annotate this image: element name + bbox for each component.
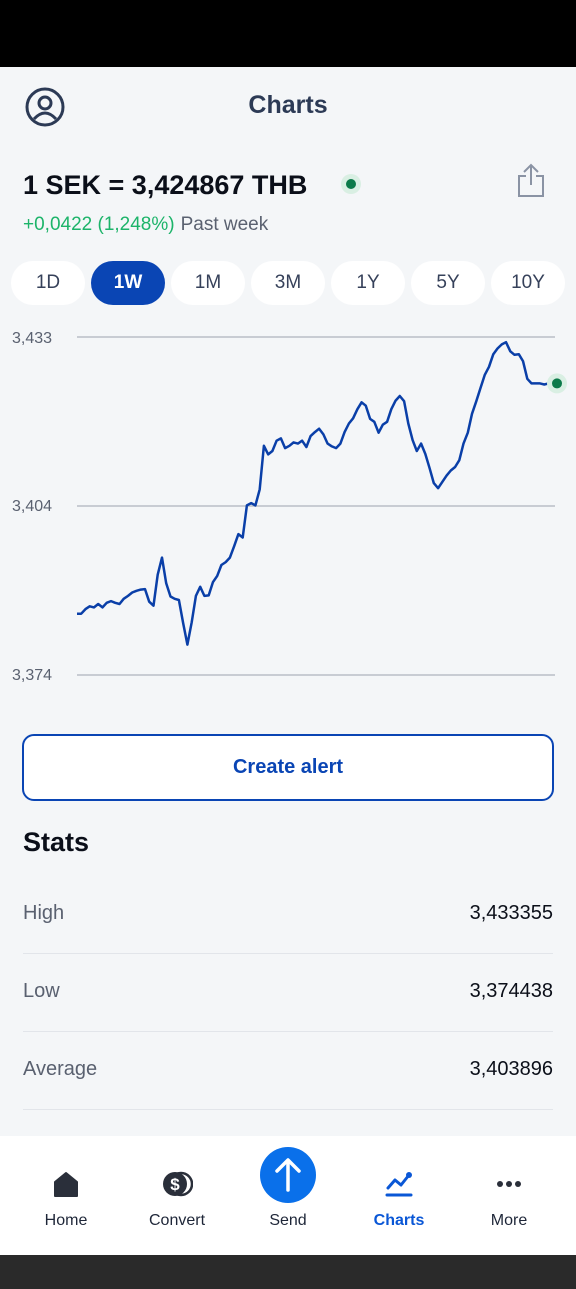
- page-title: Charts: [248, 91, 328, 119]
- stat-label: Average: [23, 1058, 98, 1080]
- range-tabs: 1D 1W 1M 3M 1Y 5Y 10Y: [11, 261, 576, 305]
- svg-text:$: $: [170, 1175, 180, 1194]
- y-tick-label: 3,433: [12, 330, 52, 347]
- nav-label: Charts: [373, 1212, 425, 1229]
- nav-convert[interactable]: $ Convert: [122, 1136, 232, 1255]
- stat-row-average: Average 3,403896: [23, 1032, 553, 1110]
- range-tab-1m[interactable]: 1M: [171, 261, 245, 305]
- convert-icon: $: [163, 1171, 193, 1197]
- change-value: +0,0422 (1,248%): [23, 214, 175, 235]
- stat-row-high: High 3,433355: [23, 876, 553, 954]
- live-indicator: [341, 174, 361, 194]
- send-button: [260, 1147, 316, 1203]
- stat-row-low: Low 3,374438: [23, 954, 553, 1032]
- range-tab-3m[interactable]: 3M: [251, 261, 325, 305]
- nav-label: More: [490, 1212, 528, 1229]
- send-arrow-icon: [275, 1158, 301, 1192]
- home-icon: [54, 1172, 78, 1197]
- last-point-marker: [552, 378, 562, 389]
- stat-value: 3,374438: [469, 980, 553, 1002]
- bottom-navigation: Home $ Convert Send Charts More: [0, 1136, 576, 1255]
- y-tick-label: 3,404: [12, 498, 52, 515]
- range-tab-10y[interactable]: 10Y: [491, 261, 565, 305]
- stats-title: Stats: [23, 827, 90, 857]
- nav-home[interactable]: Home: [11, 1136, 121, 1255]
- nav-more[interactable]: More: [454, 1136, 564, 1255]
- system-navigation-bar: [0, 1255, 576, 1289]
- share-icon: [518, 163, 544, 197]
- range-tab-1w[interactable]: 1W: [91, 261, 165, 305]
- stat-value: 3,403896: [469, 1058, 553, 1080]
- stat-value: 3,433355: [469, 902, 553, 924]
- stat-label: High: [23, 902, 65, 924]
- stat-label: Low: [23, 980, 60, 1002]
- nav-label: Home: [44, 1212, 88, 1229]
- range-tab-5y[interactable]: 5Y: [411, 261, 485, 305]
- y-tick-label: 3,374: [12, 667, 52, 684]
- nav-send[interactable]: Send: [233, 1136, 343, 1255]
- exchange-rate: 1 SEK = 3,424867 THB: [23, 170, 308, 200]
- create-alert-button[interactable]: Create alert: [22, 734, 554, 801]
- share-button[interactable]: [514, 162, 548, 200]
- rate-chart[interactable]: 3,433 3,404 3,374: [0, 320, 576, 690]
- more-dots-icon: [497, 1181, 521, 1187]
- range-tab-1y[interactable]: 1Y: [331, 261, 405, 305]
- series-line: [77, 340, 557, 646]
- nav-label: Convert: [148, 1212, 206, 1229]
- change-period: Past week: [180, 214, 269, 235]
- status-bar: [0, 0, 576, 67]
- range-tab-1d[interactable]: 1D: [11, 261, 85, 305]
- charts-icon: [385, 1172, 413, 1197]
- nav-label: Send: [269, 1212, 307, 1229]
- app-header: Charts: [0, 67, 576, 147]
- rate-change: +0,0422 (1,248%) Past week: [23, 214, 268, 236]
- nav-charts[interactable]: Charts: [344, 1136, 454, 1255]
